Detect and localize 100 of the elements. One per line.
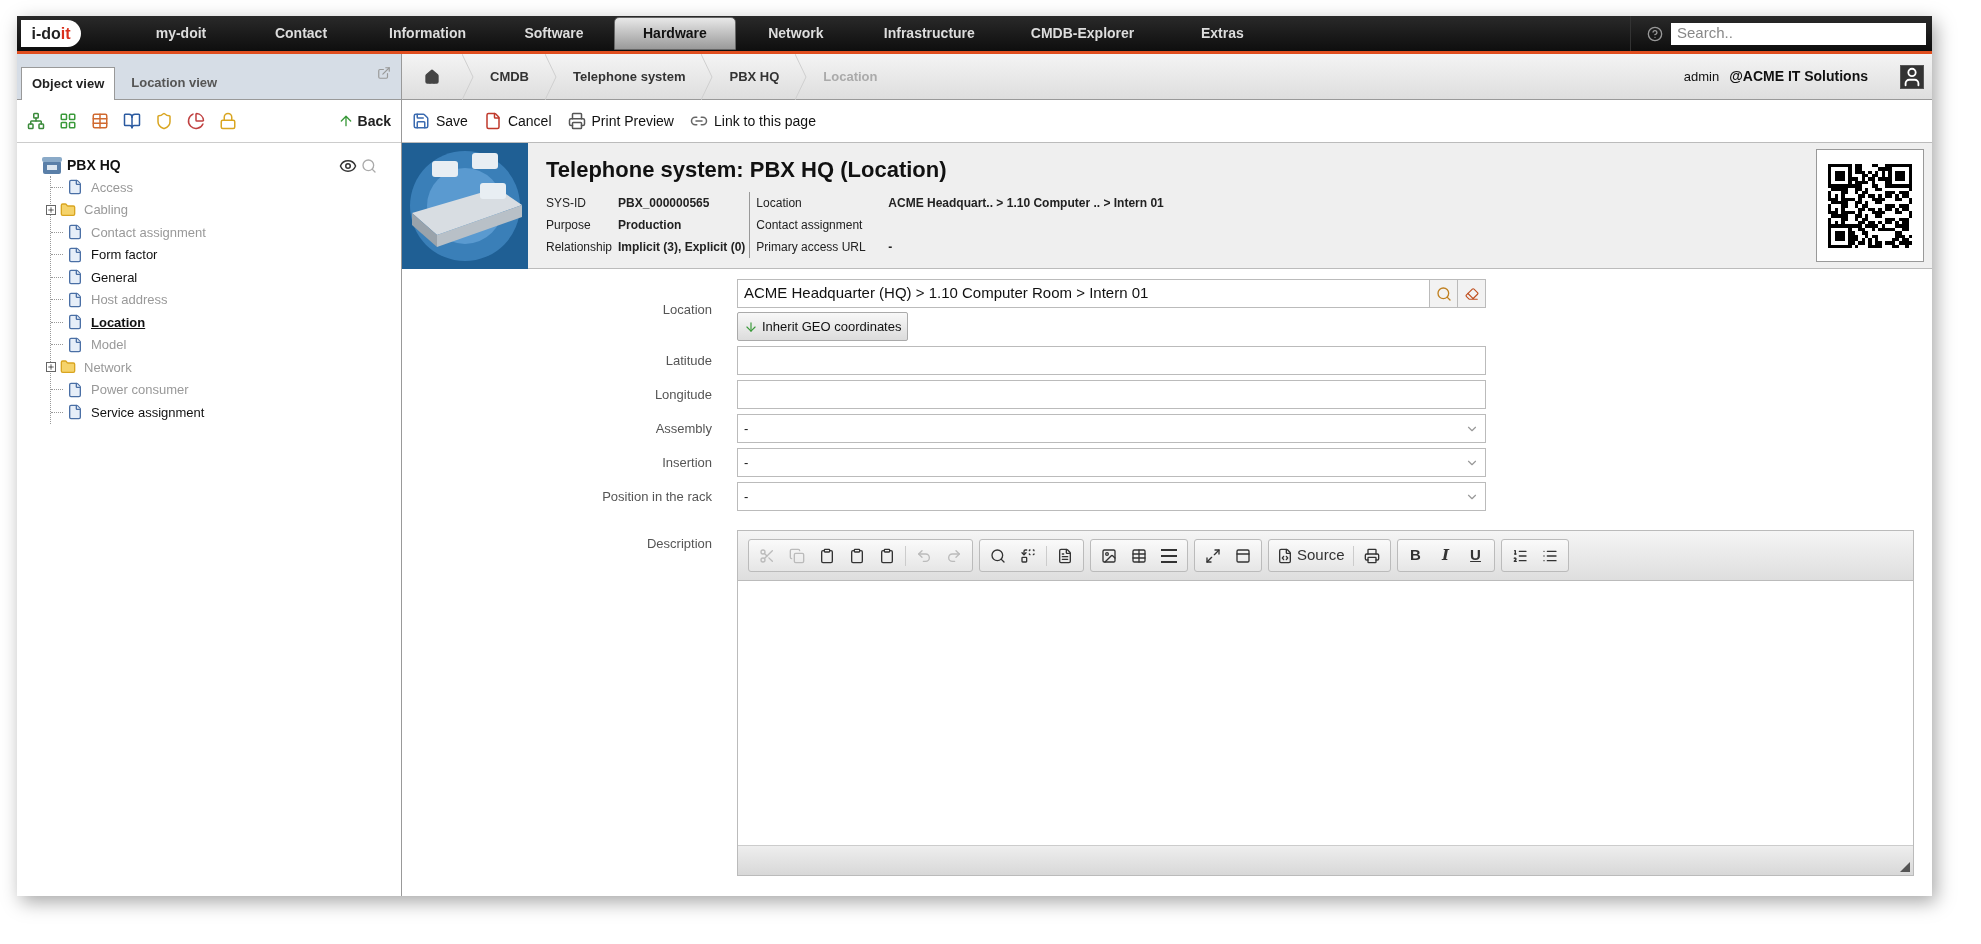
select-field[interactable]: -	[737, 482, 1486, 511]
select-field[interactable]: -	[737, 448, 1486, 477]
tree-icon[interactable]	[27, 112, 45, 130]
paste-text-icon	[849, 547, 865, 564]
expand-toggle[interactable]	[46, 204, 56, 215]
field-label: Latitude	[664, 351, 713, 370]
tree-item[interactable]: Form factor	[91, 245, 158, 265]
template-icon	[1057, 547, 1073, 564]
source-icon	[1277, 547, 1293, 564]
pie-chart-icon[interactable]	[187, 112, 205, 130]
text-field[interactable]	[737, 380, 1486, 409]
nav-tab[interactable]: Extras	[1162, 16, 1283, 51]
image-icon	[1101, 547, 1117, 564]
info-label: SYS-ID	[546, 195, 587, 212]
tree-root[interactable]: PBX HQ	[67, 155, 121, 176]
field-label: Assembly	[654, 419, 713, 438]
logo[interactable]: i-doit	[21, 20, 81, 47]
page-icon	[67, 179, 83, 196]
toolbar-button[interactable]: Print Preview	[567, 110, 674, 132]
horizontal-rule-icon	[1161, 548, 1177, 563]
page-icon	[67, 246, 83, 263]
field-label: Description	[645, 535, 713, 553]
print-icon	[1363, 547, 1380, 564]
breadcrumb-item[interactable]: PBX HQ	[713, 66, 796, 87]
toolbar-button[interactable]: Save	[412, 110, 468, 132]
tree-item[interactable]: Location	[91, 312, 146, 332]
nav-tab[interactable]: Infrastructure	[855, 16, 1003, 51]
tenant-name: @ACME IT Solutions	[1729, 67, 1868, 86]
ordered-icon	[1511, 547, 1528, 564]
nav-tab[interactable]: my-doit	[121, 16, 241, 51]
editor-tool[interactable]: Source	[1273, 542, 1349, 569]
user-avatar-icon[interactable]	[1900, 64, 1924, 89]
info-label: Contact assignment	[756, 217, 864, 234]
info-value: PBX_000000565	[618, 195, 710, 212]
field-label: Position in the rack	[601, 487, 713, 506]
print-icon	[567, 112, 586, 130]
editor-tool[interactable]: I	[1431, 542, 1460, 569]
tree-item[interactable]: Service assignment	[91, 402, 205, 422]
info-label: Relationship	[546, 239, 614, 256]
toolbar-button[interactable]: Cancel	[483, 110, 552, 132]
info-value: Implicit (3), Explicit (0)	[618, 239, 746, 256]
editor-tool[interactable]: B	[1401, 542, 1430, 569]
nav-tab[interactable]: Hardware	[614, 17, 736, 50]
breadcrumb-item[interactable]: CMDB	[474, 66, 545, 87]
copy-icon	[789, 547, 805, 564]
expand-toggle[interactable]	[46, 362, 56, 373]
grid-icon[interactable]	[91, 112, 109, 130]
nav-tab[interactable]: Contact	[241, 16, 361, 51]
eraser-icon[interactable]	[1464, 286, 1479, 301]
sidebar-tab[interactable]: Location view	[115, 66, 234, 99]
breadcrumb-item[interactable]: Telephone system	[557, 66, 702, 87]
select-field[interactable]: -	[737, 414, 1486, 443]
home-icon[interactable]	[424, 68, 440, 85]
breadcrumb-separator	[462, 53, 474, 100]
field-label: Location	[661, 301, 713, 320]
tree-item[interactable]: General	[91, 267, 138, 287]
editor-tool[interactable]: U	[1461, 542, 1490, 569]
rich-text-editor[interactable]: Source B I U	[737, 530, 1914, 876]
nav-tab[interactable]: Network	[735, 16, 856, 51]
maximize-icon	[1205, 547, 1221, 564]
breadcrumb-separator	[545, 53, 557, 100]
toolbar-button[interactable]: Link to this page	[690, 110, 816, 132]
object-title: Telephone system: PBX HQ (Location)	[546, 156, 948, 184]
breadcrumb-separator	[701, 53, 714, 100]
find-icon	[990, 547, 1006, 564]
cut-icon	[759, 547, 775, 564]
blocks-icon	[1235, 547, 1251, 564]
page-icon	[67, 224, 83, 241]
location-field[interactable]: ACME Headquarter (HQ) > 1.10 Computer Room > Intern 01	[737, 279, 1486, 308]
sidebar-tab[interactable]: Object view	[21, 67, 116, 100]
search-field[interactable]: Search..	[1671, 22, 1926, 45]
info-value: -	[888, 239, 893, 256]
nav-tab[interactable]: Software	[494, 16, 614, 51]
replace-icon	[1020, 547, 1036, 564]
help-icon[interactable]	[1647, 25, 1663, 42]
page-icon	[67, 314, 83, 331]
cancel-icon	[483, 112, 502, 130]
breadcrumb-separator	[795, 53, 808, 100]
info-value: Production	[618, 217, 682, 234]
book-icon[interactable]	[123, 112, 141, 130]
paste-icon	[819, 547, 835, 564]
text-field[interactable]	[737, 346, 1486, 375]
page-icon	[67, 291, 83, 308]
inherit-geo-button[interactable]: Inherit GEO coordinates	[737, 312, 909, 341]
page-icon	[67, 336, 83, 353]
folder-icon	[60, 201, 76, 218]
info-label: Purpose	[546, 217, 592, 234]
undo-icon	[916, 547, 932, 564]
redo-icon	[946, 547, 962, 564]
save-icon	[412, 112, 430, 130]
search-icon[interactable]	[1435, 285, 1452, 302]
info-label: Location	[756, 195, 803, 212]
resize-handle-icon[interactable]	[1900, 862, 1910, 872]
user-name[interactable]: admin	[1683, 66, 1720, 87]
folder-icon	[60, 359, 76, 376]
back-button[interactable]: Back	[337, 110, 391, 132]
field-label: Longitude	[653, 385, 713, 404]
page-icon	[67, 404, 83, 421]
nav-tab[interactable]: CMDB-Explorer	[1002, 16, 1163, 51]
nav-tab[interactable]: Information	[361, 16, 494, 51]
